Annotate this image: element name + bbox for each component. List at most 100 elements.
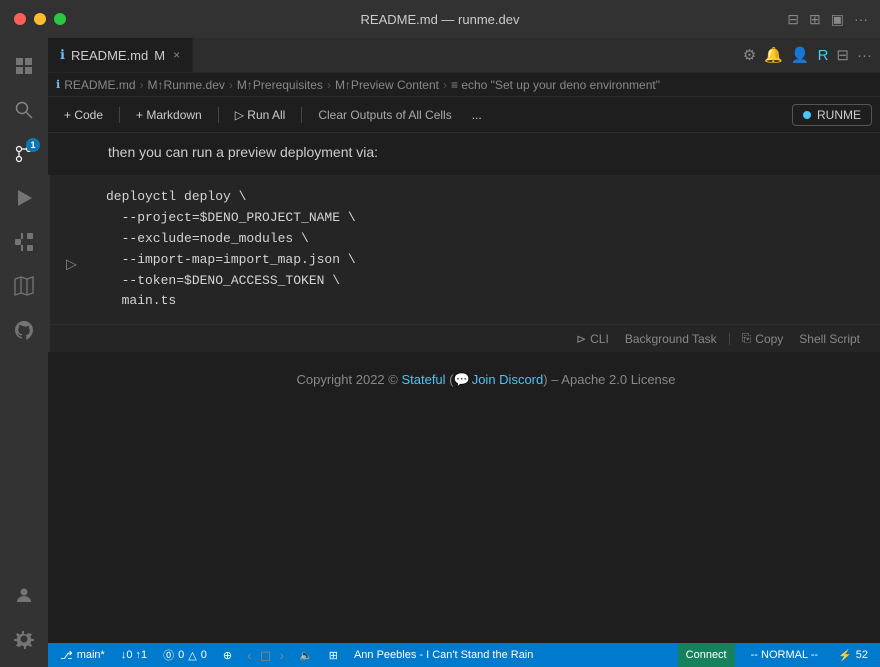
titlebar: README.md — runme.dev ⊟ ⊞ ▣ ··· [0,0,880,38]
copyright-block: Copyright 2022 © Stateful (💬Join Discord… [48,356,880,404]
cell-toolbar: ⊳ CLI Background Task ⎘ Copy Shell Scri [50,324,880,352]
editor-scroll: then you can run a preview deployment vi… [48,133,880,643]
clear-outputs-button[interactable]: Clear Outputs of All Cells [310,105,459,125]
tab-label: README.md [71,48,148,63]
song-name: Ann Peebles - I Can't Stand the Rain [354,649,533,661]
tab-info-icon: ℹ [60,47,65,63]
git-branch-icon: ⎇ [60,649,73,662]
layout-icon[interactable]: ⊟ [787,11,799,28]
code-line-2: --project=$DENO_PROJECT_NAME \ [106,208,864,229]
copyright-text-before: Copyright 2022 © [296,372,397,387]
runme-label: RUNME [817,108,861,122]
nav-stop-button[interactable]: ◻ [257,647,275,664]
text-before-code: then you can run a preview deployment vi… [108,144,378,160]
main-layout: 1 [0,38,880,667]
activity-source-control[interactable]: 1 [4,134,44,174]
toolbar-separator-3 [301,107,302,123]
git-branch-name: main* [77,649,105,661]
titlebar-title: README.md — runme.dev [361,12,520,27]
run-cell-button[interactable]: ▷ [66,255,77,272]
line-col-item[interactable]: ⚡ 52 [834,643,872,667]
runme-dot [803,111,811,119]
background-task-button[interactable]: Background Task [621,330,721,348]
maximize-button[interactable] [54,13,66,25]
copyright-text-after: – Apache 2.0 License [551,372,675,387]
song-item[interactable]: Ann Peebles - I Can't Stand the Rain [350,643,537,667]
shell-script-button[interactable]: Shell Script [795,330,864,348]
activity-settings[interactable] [4,619,44,659]
breadcrumb-echo[interactable]: ≡ echo "Set up your deno environment" [451,78,660,92]
breadcrumb: ℹ README.md › M↑Runme.dev › M↑Prerequisi… [48,73,880,97]
toolbar-more-button[interactable]: ... [464,105,490,125]
toolbar-separator-2 [218,107,219,123]
statusbar-left: ⎇ main* ↓0 ↑1 ⓪ 0 △ 0 ⊕ ‹ ◻ [56,643,537,667]
git-branch-item[interactable]: ⎇ main* [56,643,109,667]
activity-map[interactable] [4,266,44,306]
toolbar-separator-1 [119,107,120,123]
activity-bar: 1 [0,38,48,667]
discord-link[interactable]: Join Discord [472,372,544,387]
activity-search[interactable] [4,90,44,130]
stateful-link[interactable]: Stateful [401,372,445,387]
breadcrumb-prereq[interactable]: M↑Prerequisites [237,78,323,92]
add-markdown-button[interactable]: + Markdown [128,105,210,125]
error-count: 0 [178,649,184,661]
breadcrumb-runme[interactable]: M↑Runme.dev [148,78,225,92]
lightning-icon: ⚡ [838,649,852,662]
cell-toolbar-sep-1 [729,333,730,345]
cli-label: CLI [590,332,609,346]
audio-icon: 🔈 [299,649,313,662]
source-control-badge: 1 [26,138,40,152]
grid-icon: ⊞ [329,649,338,662]
split-icon[interactable]: ⊞ [809,11,821,28]
git-sync-item[interactable]: ↓0 ↑1 [117,643,151,667]
discord-icon: 💬 [454,372,470,387]
bell-icon[interactable]: 🔔 [764,46,783,64]
background-task-label: Background Task [625,332,717,346]
tab-close-button[interactable]: × [173,48,180,62]
run-all-button[interactable]: ▷ Run All [227,105,294,125]
runme-button[interactable]: RUNME [792,104,872,126]
activity-github[interactable] [4,310,44,350]
connect-button[interactable]: Connect [678,643,735,667]
close-button[interactable] [14,13,26,25]
add-code-button[interactable]: + Code [56,105,111,125]
panel-icon[interactable]: ▣ [831,11,844,28]
audio-item[interactable]: 🔈 [295,643,317,667]
text-block: then you can run a preview deployment vi… [48,133,880,171]
breadcrumb-readme[interactable]: README.md [64,78,135,92]
errors-item[interactable]: ⓪ 0 △ 0 [159,643,211,667]
warning-icon: △ [188,649,196,662]
format-item[interactable]: ⊕ [219,643,236,667]
code-line-6: main.ts [106,291,864,312]
nav-next-button[interactable]: › [276,647,287,663]
code-line-4: --import-map=import_map.json \ [106,250,864,271]
copy-button[interactable]: ⎘ Copy [738,329,788,348]
code-line-1: deployctl deploy \ [106,187,864,208]
activity-extensions[interactable] [4,222,44,262]
settings-icon[interactable]: ⚙ [743,46,756,64]
split-editor-icon[interactable]: ⊟ [836,46,849,64]
tab-readme[interactable]: ℹ README.md M × [48,38,193,72]
activity-explorer[interactable] [4,46,44,86]
editor-area: ℹ README.md M × ⚙ 🔔 👤 R ⊟ ··· ℹ README.m… [48,38,880,667]
editor-content[interactable]: then you can run a preview deployment vi… [48,133,880,643]
toolbar: + Code + Markdown ▷ Run All Clear Output… [48,97,880,133]
more-tabs-icon[interactable]: ··· [857,47,872,64]
nav-prev-button[interactable]: ‹ [244,647,255,663]
activity-run[interactable] [4,178,44,218]
warning-count: 0 [201,649,207,661]
runme-icon[interactable]: R [818,47,829,64]
toolbar-right: RUNME [792,104,872,126]
minimize-button[interactable] [34,13,46,25]
account-icon[interactable]: 👤 [791,46,810,64]
breadcrumb-preview[interactable]: M↑Preview Content [335,78,439,92]
grid-item[interactable]: ⊞ [325,643,342,667]
statusbar-right: Connect -- NORMAL -- ⚡ 52 [678,643,872,667]
activity-account[interactable] [4,575,44,615]
cli-button[interactable]: ⊳ CLI [572,330,613,348]
vim-mode-item: -- NORMAL -- [747,643,822,667]
more-titlebar-icon[interactable]: ··· [854,11,868,27]
activity-bar-bottom [4,575,44,667]
tab-bar: ℹ README.md M × ⚙ 🔔 👤 R ⊟ ··· [48,38,880,73]
